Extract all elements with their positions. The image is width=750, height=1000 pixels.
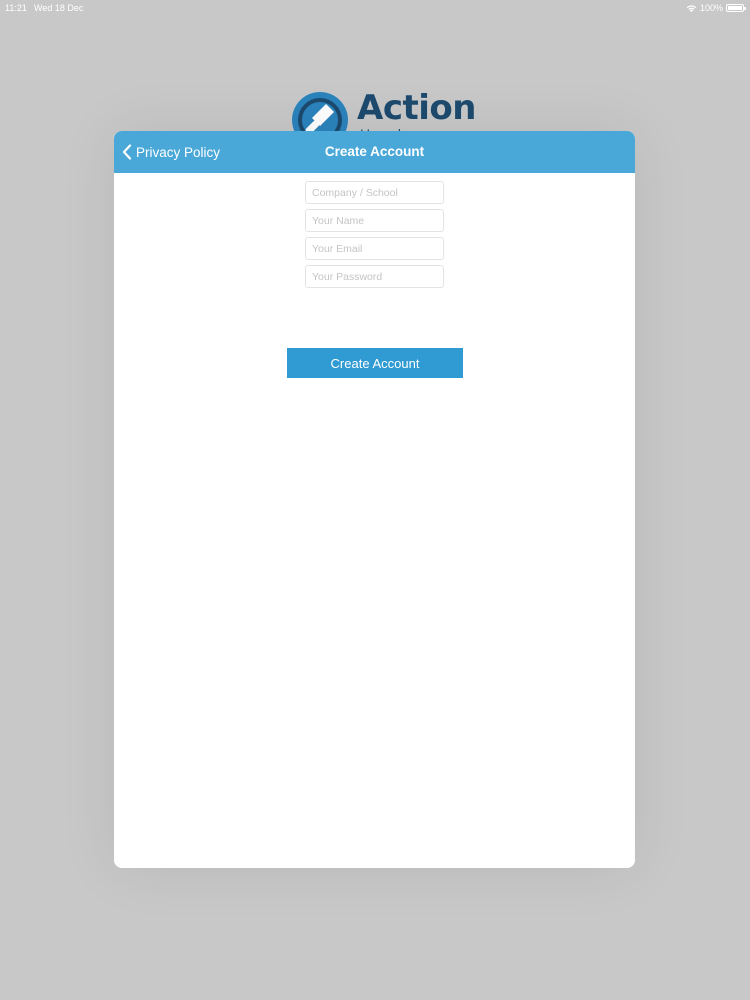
modal-header: Privacy Policy Create Account <box>114 131 635 173</box>
status-bar: 11:21 Wed 18 Dec 100% <box>0 0 750 16</box>
create-account-button[interactable]: Create Account <box>287 348 463 378</box>
battery-icon <box>726 4 746 12</box>
battery-percent: 100% <box>699 3 723 13</box>
status-time: 11:21 <box>5 3 27 13</box>
status-date: Wed 18 Dec <box>34 3 84 13</box>
create-account-modal: Privacy Policy Create Account Create Acc… <box>114 131 635 868</box>
back-button[interactable]: Privacy Policy <box>122 131 220 173</box>
back-button-label: Privacy Policy <box>136 144 221 160</box>
email-input[interactable] <box>305 237 444 260</box>
company-school-input[interactable] <box>305 181 444 204</box>
create-account-form <box>305 181 444 293</box>
password-input[interactable] <box>305 265 444 288</box>
status-indicators: 100% <box>686 0 746 16</box>
logo-wordmark: Action <box>357 88 476 128</box>
app-logo: Action Help Desk <box>290 88 476 158</box>
wifi-icon <box>686 4 697 12</box>
chevron-left-icon <box>122 144 132 160</box>
name-input[interactable] <box>305 209 444 232</box>
